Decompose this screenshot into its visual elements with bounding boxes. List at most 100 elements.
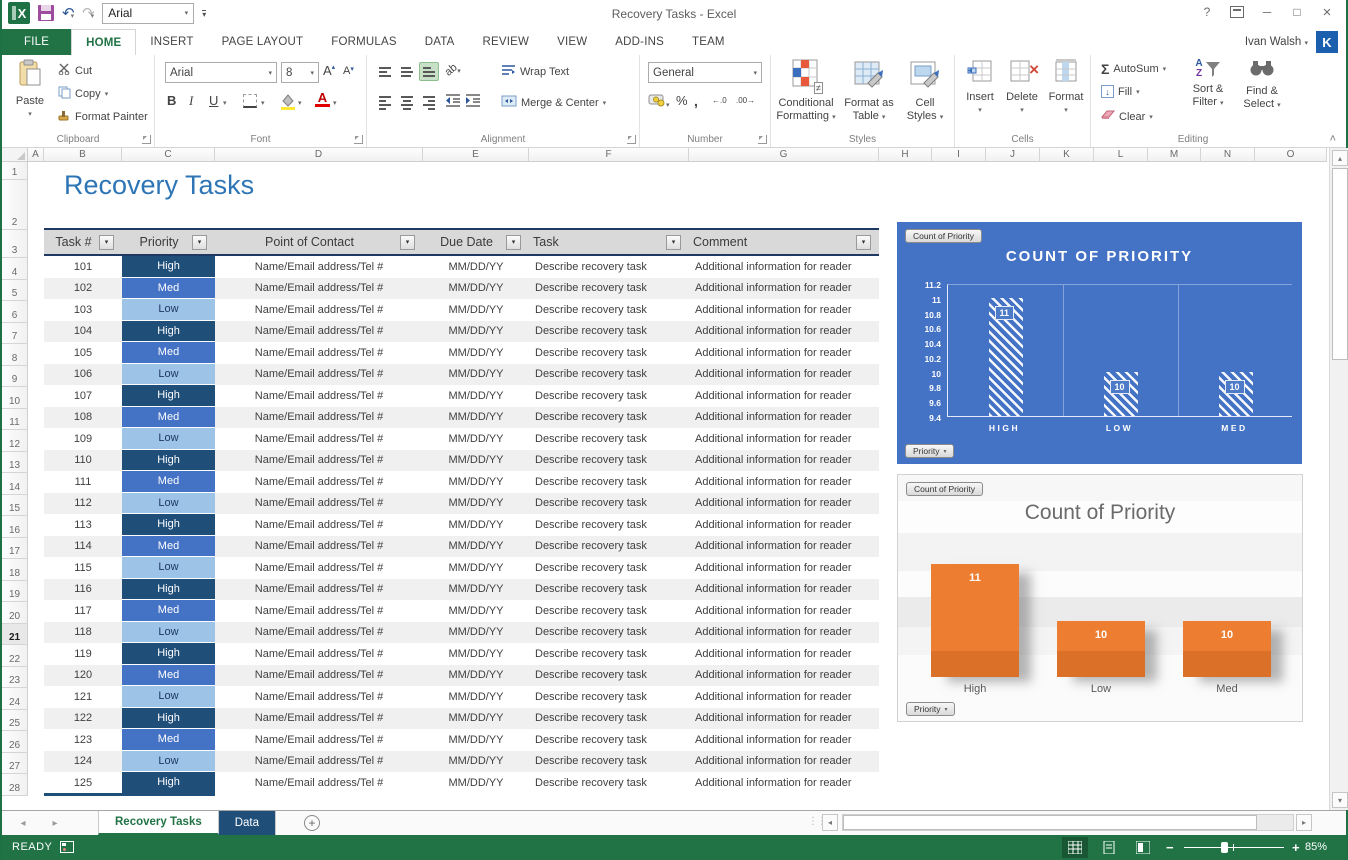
cell-contact[interactable]: Name/Email address/Tel # [215, 493, 423, 515]
orientation-button[interactable]: ab▾ [445, 64, 461, 76]
filter-button[interactable]: ▾ [506, 235, 521, 250]
cell-priority[interactable]: High [122, 385, 215, 407]
row-header-1[interactable]: 1 [2, 162, 28, 180]
table-row[interactable]: 102MedName/Email address/Tel #MM/DD/YYDe… [44, 278, 879, 300]
cell-task[interactable]: Describe recovery task [529, 407, 689, 429]
cell-task-number[interactable]: 113 [44, 514, 122, 536]
bar-low[interactable]: 10 [1057, 621, 1145, 678]
cell-contact[interactable]: Name/Email address/Tel # [215, 579, 423, 601]
cell-contact[interactable]: Name/Email address/Tel # [215, 256, 423, 278]
cell-task[interactable]: Describe recovery task [529, 385, 689, 407]
sheet-tab-recovery-tasks[interactable]: Recovery Tasks [98, 811, 219, 835]
table-row[interactable]: 113HighName/Email address/Tel #MM/DD/YYD… [44, 514, 879, 536]
borders-button[interactable] [243, 94, 257, 111]
cell-priority[interactable]: High [122, 450, 215, 472]
row-header-5[interactable]: 5 [2, 280, 28, 302]
autosum-button[interactable]: Σ AutoSum▾ [1097, 59, 1170, 79]
format-painter-button[interactable]: Format Painter [54, 107, 152, 127]
cell-task-number[interactable]: 106 [44, 364, 122, 386]
column-header-F[interactable]: F [529, 148, 689, 162]
cell-comment[interactable]: Additional information for reader [689, 729, 879, 751]
table-row[interactable]: 117MedName/Email address/Tel #MM/DD/YYDe… [44, 600, 879, 622]
ribbon-tab-home[interactable]: HOME [71, 29, 136, 55]
save-icon[interactable] [38, 5, 54, 21]
row-header-25[interactable]: 25 [2, 710, 28, 732]
filter-button[interactable]: ▾ [99, 235, 114, 250]
cell-due-date[interactable]: MM/DD/YY [423, 299, 529, 321]
cell-task[interactable]: Describe recovery task [529, 256, 689, 278]
filter-button[interactable]: ▾ [400, 235, 415, 250]
cell-due-date[interactable]: MM/DD/YY [423, 514, 529, 536]
collapse-ribbon-button[interactable]: ˄ [1330, 133, 1336, 145]
cell-priority[interactable]: High [122, 772, 215, 794]
cell-priority[interactable]: Low [122, 299, 215, 321]
cell-task-number[interactable]: 107 [44, 385, 122, 407]
row-header-3[interactable]: 3 [2, 230, 28, 258]
font-color-button[interactable]: A [315, 91, 330, 107]
row-header-23[interactable]: 23 [2, 667, 28, 689]
ribbon-tab-page-layout[interactable]: PAGE LAYOUT [208, 29, 318, 55]
cell-priority[interactable]: Med [122, 600, 215, 622]
column-header-O[interactable]: O [1255, 148, 1327, 162]
column-header-C[interactable]: C [122, 148, 215, 162]
zoom-slider-thumb[interactable] [1221, 842, 1228, 853]
cell-priority[interactable]: Med [122, 665, 215, 687]
cell-priority[interactable]: Low [122, 686, 215, 708]
cell-due-date[interactable]: MM/DD/YY [423, 407, 529, 429]
cell-priority[interactable]: Low [122, 622, 215, 644]
table-row[interactable]: 109LowName/Email address/Tel #MM/DD/YYDe… [44, 428, 879, 450]
ribbon-tab-formulas[interactable]: FORMULAS [317, 29, 411, 55]
cell-comment[interactable]: Additional information for reader [689, 364, 879, 386]
row-header-4[interactable]: 4 [2, 258, 28, 280]
increase-decimal-button[interactable]: ←.0 [712, 96, 727, 105]
cell-due-date[interactable]: MM/DD/YY [423, 600, 529, 622]
bold-button[interactable]: B [167, 93, 176, 108]
zoom-slider-track[interactable] [1184, 847, 1284, 848]
bar-high[interactable]: 11 [931, 564, 1019, 677]
cell-task-number[interactable]: 101 [44, 256, 122, 278]
decrease-decimal-button[interactable]: .00→ [736, 96, 755, 105]
cell-priority[interactable]: Low [122, 751, 215, 773]
conditional-formatting-button[interactable]: ≠ Conditional Formatting ▾ [775, 59, 837, 124]
cell-comment[interactable]: Additional information for reader [689, 407, 879, 429]
cell-contact[interactable]: Name/Email address/Tel # [215, 536, 423, 558]
cell-priority[interactable]: High [122, 321, 215, 343]
cell-comment[interactable]: Additional information for reader [689, 643, 879, 665]
cell-priority[interactable]: High [122, 643, 215, 665]
cell-task-number[interactable]: 123 [44, 729, 122, 751]
row-header-24[interactable]: 24 [2, 688, 28, 710]
cell-comment[interactable]: Additional information for reader [689, 751, 879, 773]
table-row[interactable]: 120MedName/Email address/Tel #MM/DD/YYDe… [44, 665, 879, 687]
redo-button[interactable]: ↷▾ [82, 4, 94, 23]
cell-task[interactable]: Describe recovery task [529, 471, 689, 493]
undo-button[interactable]: ↶▾ [62, 4, 74, 23]
merge-center-button[interactable]: Merge & Center▾ [497, 93, 610, 112]
bar-med[interactable] [1219, 372, 1253, 416]
cell-contact[interactable]: Name/Email address/Tel # [215, 321, 423, 343]
font-color-dropdown[interactable]: ▾ [333, 99, 337, 107]
pivot-chart-blue[interactable]: Count of Priority COUNT OF PRIORITY 1110… [897, 222, 1302, 464]
cell-priority[interactable]: Low [122, 557, 215, 579]
increase-font-size-button[interactable]: A▴ [323, 63, 335, 78]
table-row[interactable]: 101HighName/Email address/Tel #MM/DD/YYD… [44, 256, 879, 278]
pivot-field-button[interactable]: Count of Priority [905, 229, 982, 243]
cell-due-date[interactable]: MM/DD/YY [423, 579, 529, 601]
format-as-table-button[interactable]: Format as Table ▾ [841, 59, 897, 124]
clipboard-dialog-launcher[interactable] [142, 135, 151, 144]
cell-task[interactable]: Describe recovery task [529, 600, 689, 622]
cell-task[interactable]: Describe recovery task [529, 493, 689, 515]
cell-task[interactable]: Describe recovery task [529, 643, 689, 665]
cell-task[interactable]: Describe recovery task [529, 342, 689, 364]
cell-comment[interactable]: Additional information for reader [689, 385, 879, 407]
qat-customize-button[interactable]: ▾ [202, 10, 206, 19]
ribbon-tab-file[interactable]: FILE [2, 29, 71, 55]
cell-contact[interactable]: Name/Email address/Tel # [215, 686, 423, 708]
cell-task[interactable]: Describe recovery task [529, 729, 689, 751]
cell-contact[interactable]: Name/Email address/Tel # [215, 428, 423, 450]
zoom-level[interactable]: 85% [1305, 841, 1327, 853]
column-header-D[interactable]: D [215, 148, 423, 162]
cell-contact[interactable]: Name/Email address/Tel # [215, 514, 423, 536]
pivot-axis-button[interactable]: Priority▾ [906, 702, 955, 716]
sheet-nav-right[interactable]: ▸ [42, 811, 68, 835]
cell-comment[interactable]: Additional information for reader [689, 342, 879, 364]
